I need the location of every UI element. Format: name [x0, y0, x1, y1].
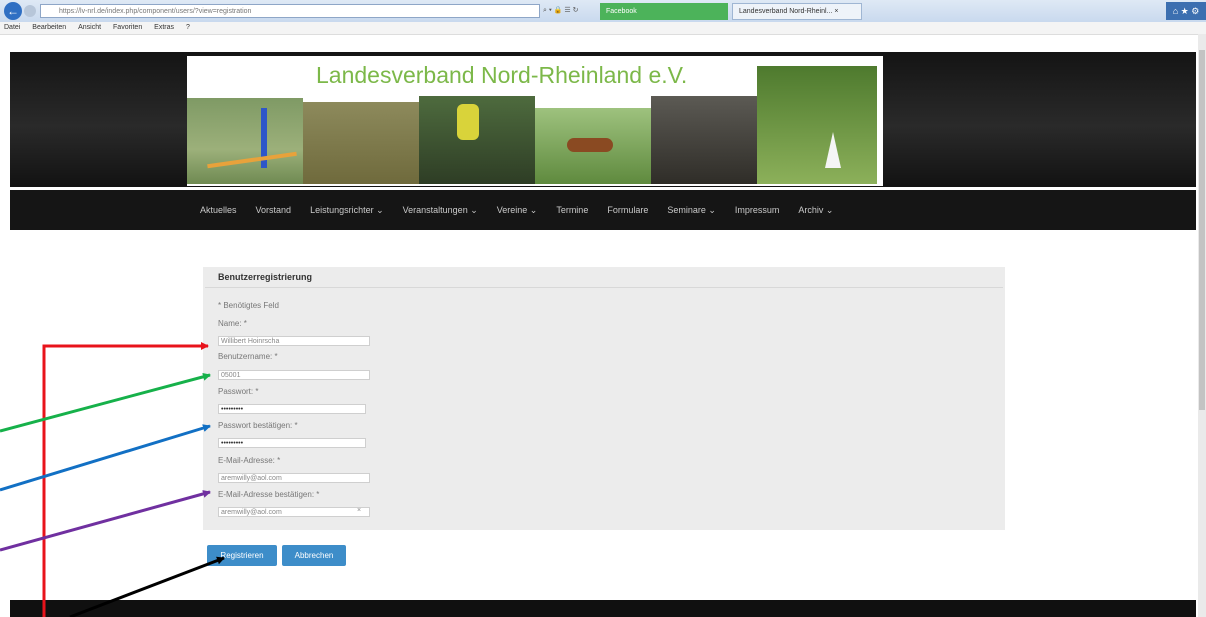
- green-arrow: [0, 372, 211, 433]
- annotation-arrows: [0, 342, 225, 617]
- purple-arrow: [0, 490, 211, 552]
- blue-arrow: [0, 424, 211, 492]
- black-arrow: [69, 556, 225, 617]
- red-arrow: [42, 342, 209, 617]
